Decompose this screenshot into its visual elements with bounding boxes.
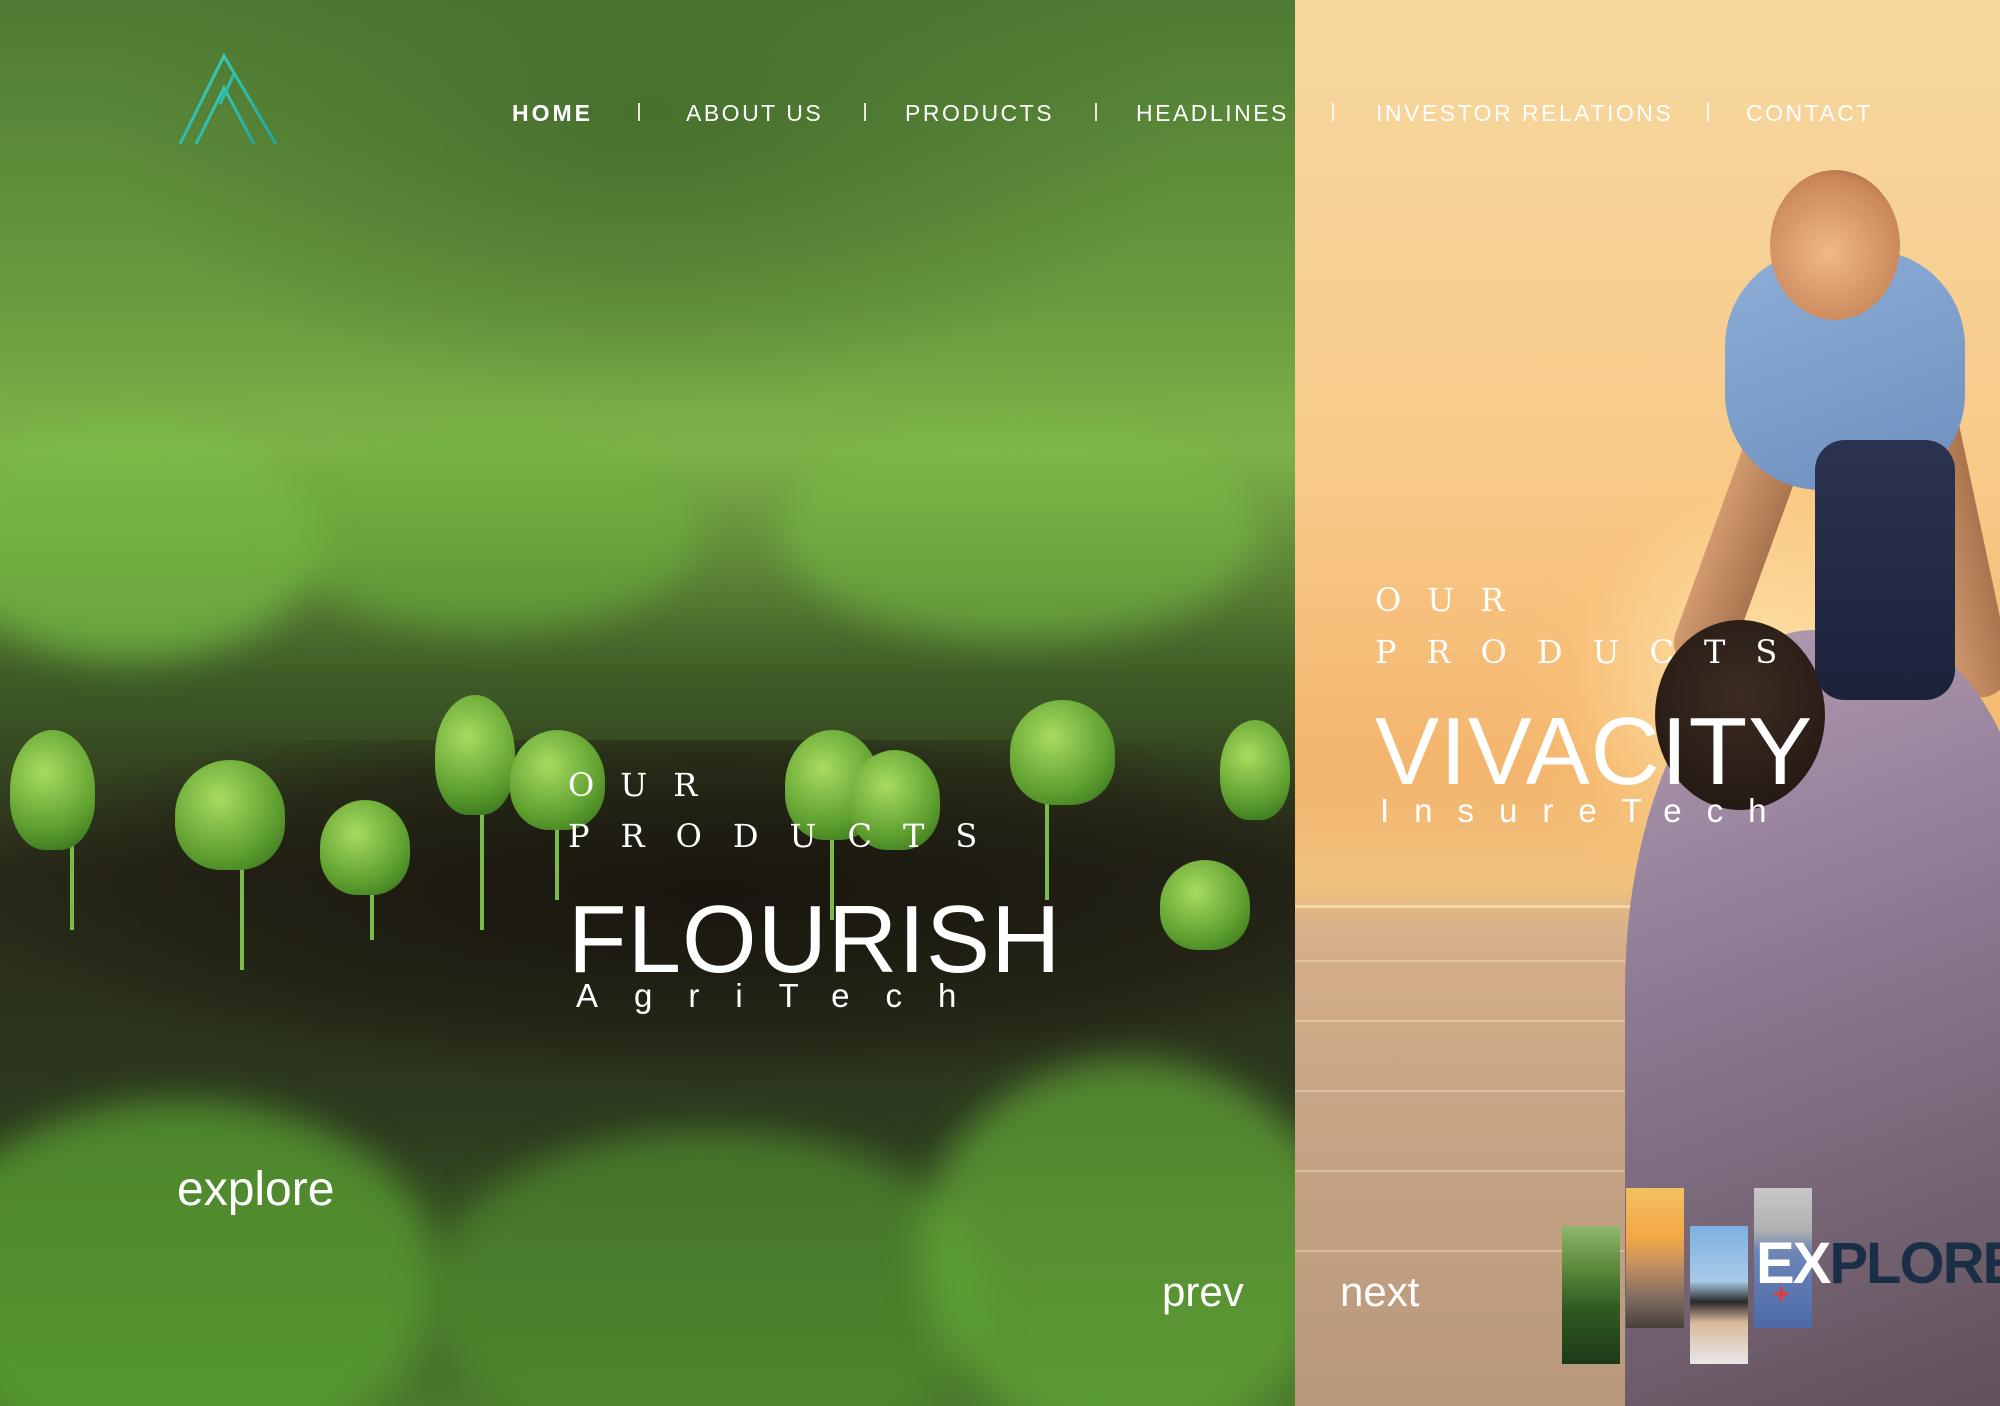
nav-home[interactable]: HOME bbox=[512, 100, 593, 127]
nav-about-us[interactable]: ABOUT US bbox=[686, 100, 823, 127]
vivacity-title[interactable]: VIVACITY bbox=[1375, 697, 1813, 807]
next-button[interactable]: next bbox=[1340, 1268, 1419, 1316]
explore-thumbnails[interactable]: EXPLORE + bbox=[1562, 1188, 2000, 1368]
explore-widget-label: EXPLORE bbox=[1756, 1231, 2000, 1296]
nav-products[interactable]: PRODUCTS bbox=[905, 100, 1054, 127]
vivacity-eyebrow-products: PRODUCTS bbox=[1375, 633, 1808, 671]
plus-icon: + bbox=[1773, 1278, 1790, 1309]
vivacity-eyebrow-our: OUR bbox=[1375, 581, 1531, 619]
vivacity-subtitle: InsureTech bbox=[1380, 792, 1792, 829]
nav-separator bbox=[638, 103, 640, 121]
flourish-eyebrow-our: OUR bbox=[568, 766, 724, 804]
nav-separator bbox=[1095, 103, 1097, 121]
triangle-a-logo-icon[interactable] bbox=[176, 52, 281, 148]
nav-headlines[interactable]: HEADLINES bbox=[1136, 100, 1289, 127]
nav-separator bbox=[1707, 103, 1709, 121]
thumbnail-agritech[interactable] bbox=[1562, 1226, 1620, 1364]
thumbnail-family[interactable] bbox=[1626, 1188, 1684, 1328]
nav-separator bbox=[1332, 103, 1334, 121]
thumbnail-fitness[interactable] bbox=[1690, 1226, 1748, 1364]
flourish-eyebrow-products: PRODUCTS bbox=[568, 817, 1009, 855]
nav-investor-relations[interactable]: INVESTOR RELATIONS bbox=[1376, 100, 1673, 127]
flourish-subtitle: AgriTech bbox=[576, 977, 993, 1014]
prev-button[interactable]: prev bbox=[1162, 1268, 1244, 1316]
nav-separator bbox=[864, 103, 866, 121]
nav-contact[interactable]: CONTACT bbox=[1746, 100, 1873, 127]
explore-link[interactable]: explore bbox=[177, 1162, 334, 1217]
main-navigation: HOME ABOUT US PRODUCTS HEADLINES INVESTO… bbox=[486, 100, 1886, 128]
